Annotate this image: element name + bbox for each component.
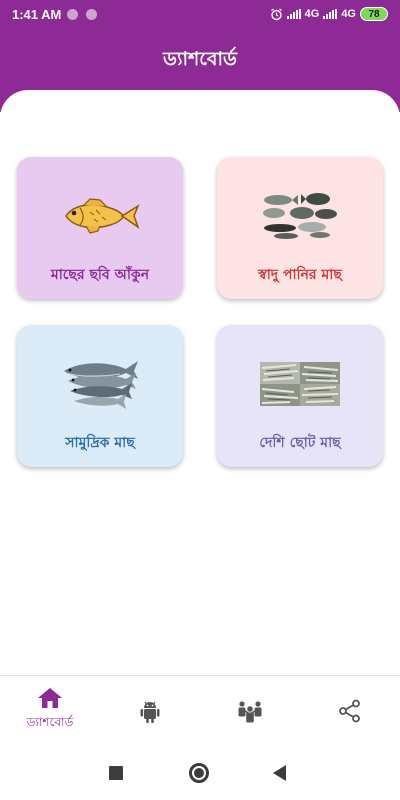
card-label: দেশি ছোট মাছ [259, 435, 341, 451]
page-title: ড্যাশবোর্ড [163, 48, 237, 70]
card-label: স্বাদু পানির মাছ [258, 267, 342, 283]
signal-icon [323, 9, 338, 19]
freshwater-fish-image [217, 183, 383, 249]
draw-fish-card[interactable]: মাছের ছবি আঁকুন [17, 157, 183, 299]
card-label: মাছের ছবি আঁকুন [50, 267, 150, 283]
nav-android[interactable] [100, 676, 200, 746]
status-icons: 4G 4G 78 [270, 6, 388, 22]
status-bar: 1:41 AM 4G 4G 78 [0, 0, 400, 30]
small-fish-image [217, 351, 383, 417]
drawn-fish-image [17, 183, 183, 249]
nav-dashboard[interactable]: ড্যাশবোর্ড [0, 676, 100, 746]
battery-icon: 78 [360, 7, 388, 21]
notification-dot-icon [67, 9, 78, 20]
freshwater-fish-card[interactable]: স্বাদু পানির মাছ [217, 157, 383, 299]
status-time: 1:41 AM [12, 7, 62, 22]
nav-share[interactable] [300, 676, 400, 746]
screen: 1:41 AM 4G 4G 78 ড্যাশবোর্ড মাছের ছবি আঁ… [0, 0, 400, 800]
home-icon [38, 688, 62, 708]
notification-dot-icon [86, 9, 97, 20]
sea-fish-card[interactable]: সামুদ্রিক মাছ [17, 325, 183, 467]
network-type-1: 4G [304, 8, 320, 20]
sea-fish-image [17, 351, 183, 417]
recent-apps-icon[interactable] [109, 766, 123, 780]
back-icon[interactable] [273, 765, 286, 781]
alarm-icon [270, 8, 282, 20]
bottom-navigation: ড্যাশবোর্ড [0, 675, 400, 745]
system-navigation-bar [0, 745, 400, 800]
network-type-2: 4G [341, 8, 356, 20]
share-icon [339, 699, 360, 723]
signal-icon [286, 9, 301, 19]
nav-people[interactable] [200, 676, 300, 746]
nav-dashboard-label: ড্যাশবোর্ড [26, 715, 74, 729]
small-fish-card[interactable]: দেশি ছোট মাছ [217, 325, 383, 467]
android-icon [140, 701, 160, 723]
home-button-icon[interactable] [189, 763, 209, 783]
card-label: সামুদ্রিক মাছ [65, 435, 135, 451]
people-icon [238, 701, 262, 723]
